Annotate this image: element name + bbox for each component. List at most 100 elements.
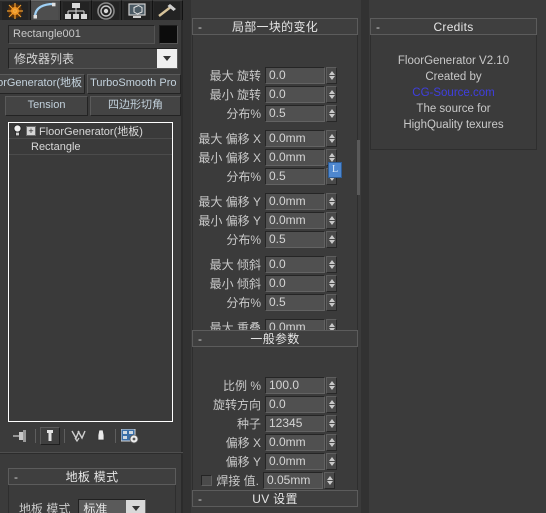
floor-mode-rollout-header[interactable]: - 地板 模式 <box>8 468 176 485</box>
general-params-rollout-header[interactable]: - 一般参数 <box>192 330 358 347</box>
param-value[interactable]: 0.0 <box>265 256 325 273</box>
modifier-button-turbosmooth-pro[interactable]: TurboSmooth Pro <box>87 74 181 94</box>
tab-hierarchy[interactable] <box>61 0 92 20</box>
param-label: 焊接 值. <box>216 474 259 488</box>
rollout-title: 一般参数 <box>250 332 300 346</box>
floor-mode-rollout-body: 地板 模式 标准 <box>8 485 176 513</box>
param-row-max-rotation: 最大 旋转 0.0 <box>193 67 357 84</box>
modifier-list-dropdown[interactable]: 修改器列表 <box>8 48 178 69</box>
tab-create[interactable] <box>0 0 31 20</box>
param-value[interactable]: 0.0mm <box>265 149 325 166</box>
param-value[interactable]: 12345 <box>265 415 325 432</box>
credits-link-cg-source[interactable]: CG-Source.com <box>371 85 536 101</box>
light-bulb-icon[interactable] <box>12 124 23 137</box>
general-params-rollout-body: 比例 % 100.0 旋转方向 0.0 种子 12345 偏移 X 0.0mm <box>192 347 358 492</box>
rollout-title: 地板 模式 <box>65 470 119 484</box>
collapse-icon[interactable]: - <box>376 20 380 34</box>
spinner[interactable] <box>326 130 337 147</box>
tab-motion[interactable] <box>91 0 122 20</box>
tab-display[interactable] <box>122 0 153 20</box>
param-label: 分布% <box>226 170 261 184</box>
param-value[interactable]: 0.0 <box>265 86 325 103</box>
param-row-max-tilt: 最大 倾斜 0.0 <box>193 256 357 273</box>
param-value[interactable]: 0.0mm <box>265 212 325 229</box>
spinner[interactable] <box>326 231 337 248</box>
tab-utilities[interactable] <box>152 0 183 20</box>
stack-item-label: Rectangle <box>31 140 81 153</box>
modifier-button-tension[interactable]: Tension <box>5 96 89 116</box>
pin-stack-icon[interactable] <box>11 427 31 445</box>
spinner[interactable] <box>326 193 337 210</box>
modifier-button-floorgenerator[interactable]: orGenerator(地板 <box>0 74 86 94</box>
spinner[interactable] <box>326 396 337 413</box>
spinner[interactable] <box>324 472 335 489</box>
spinner[interactable] <box>326 294 337 311</box>
param-value[interactable]: 0.0mm <box>265 453 325 470</box>
param-label: 最小 倾斜 <box>209 277 261 291</box>
param-value[interactable]: 0.0mm <box>265 193 325 210</box>
monitor-icon <box>123 1 150 20</box>
spinner[interactable] <box>326 86 337 103</box>
param-row-rotation-distribution: 分布% 0.5 <box>193 105 357 122</box>
toolbar-separator <box>115 429 116 443</box>
param-row-offset-y-distribution: 分布% 0.5 <box>193 231 357 248</box>
stack-item-floorgenerator[interactable]: + FloorGenerator(地板) <box>9 123 172 139</box>
spinner[interactable] <box>326 67 337 84</box>
modifier-list-arrow[interactable] <box>157 49 177 68</box>
param-row-max-offset-x: 最大 偏移 X 0.0mm <box>193 130 357 147</box>
param-row-scale: 比例 % 100.0 <box>193 377 357 394</box>
floor-mode-arrow[interactable] <box>126 500 146 513</box>
tab-modify[interactable] <box>30 0 61 20</box>
expand-plus-icon[interactable]: + <box>26 125 36 136</box>
param-row-tilt-distribution: 分布% 0.5 <box>193 294 357 311</box>
stack-item-rectangle[interactable]: Rectangle <box>9 139 172 155</box>
spinner[interactable] <box>326 105 337 122</box>
modifier-stack-list[interactable]: + FloorGenerator(地板) Rectangle <box>8 122 173 422</box>
param-value[interactable]: 0.0 <box>265 396 325 413</box>
collapse-icon[interactable]: - <box>14 470 18 484</box>
show-end-result-icon[interactable] <box>40 427 60 445</box>
param-label: 偏移 Y <box>225 455 261 469</box>
spinner[interactable] <box>326 275 337 292</box>
collapse-icon[interactable]: - <box>198 492 202 506</box>
collapse-icon[interactable]: - <box>198 20 202 34</box>
spinner[interactable] <box>326 434 337 451</box>
param-label: 最大 倾斜 <box>209 258 261 272</box>
param-value[interactable]: 100.0 <box>265 377 325 394</box>
modifier-button-quad-chamfer[interactable]: 四边形切角 <box>90 96 181 116</box>
param-value[interactable]: 0.5 <box>265 168 325 185</box>
object-name-field[interactable]: Rectangle001 <box>8 25 155 44</box>
credits-rollout-header[interactable]: - Credits <box>370 18 537 35</box>
param-value[interactable]: 0.0 <box>265 67 325 84</box>
param-row-rotation-direction: 旋转方向 0.0 <box>193 396 357 413</box>
lock-badge[interactable]: L <box>328 162 342 178</box>
floor-mode-select[interactable]: 标准 <box>78 499 147 513</box>
param-value[interactable]: 0.5 <box>265 294 325 311</box>
param-value[interactable]: 0.5 <box>265 105 325 122</box>
param-row-min-tilt: 最小 倾斜 0.0 <box>193 275 357 292</box>
param-value[interactable]: 0.0 <box>265 275 325 292</box>
spinner[interactable] <box>326 256 337 273</box>
credits-line-created-by: Created by <box>425 71 482 83</box>
spinner[interactable] <box>326 453 337 470</box>
configure-modifier-sets-icon[interactable] <box>120 427 140 445</box>
app-window: Rectangle001 修改器列表 orGenerator(地板 TurboS… <box>0 0 546 513</box>
param-value[interactable]: 0.0mm <box>265 434 325 451</box>
object-name-row: Rectangle001 <box>8 25 178 44</box>
weld-checkbox[interactable] <box>201 475 212 486</box>
local-variation-rollout-header[interactable]: - 局部一块的变化 <box>192 18 358 35</box>
param-value[interactable]: 0.05mm <box>263 472 323 489</box>
spinner[interactable] <box>326 377 337 394</box>
remove-modifier-icon[interactable] <box>91 427 111 445</box>
param-value[interactable]: 0.0mm <box>265 130 325 147</box>
spinner[interactable] <box>326 212 337 229</box>
rollout-scroll-nub[interactable] <box>357 140 360 195</box>
make-unique-icon[interactable] <box>69 427 89 445</box>
object-color-swatch[interactable] <box>159 25 178 44</box>
param-value[interactable]: 0.5 <box>265 231 325 248</box>
floor-mode-label: 地板 模式 <box>19 502 71 513</box>
collapse-icon[interactable]: - <box>198 332 202 346</box>
floor-mode-rollout: - 地板 模式 地板 模式 标准 <box>8 468 176 513</box>
uv-rollout-header[interactable]: - UV 设置 <box>192 490 358 507</box>
spinner[interactable] <box>326 415 337 432</box>
